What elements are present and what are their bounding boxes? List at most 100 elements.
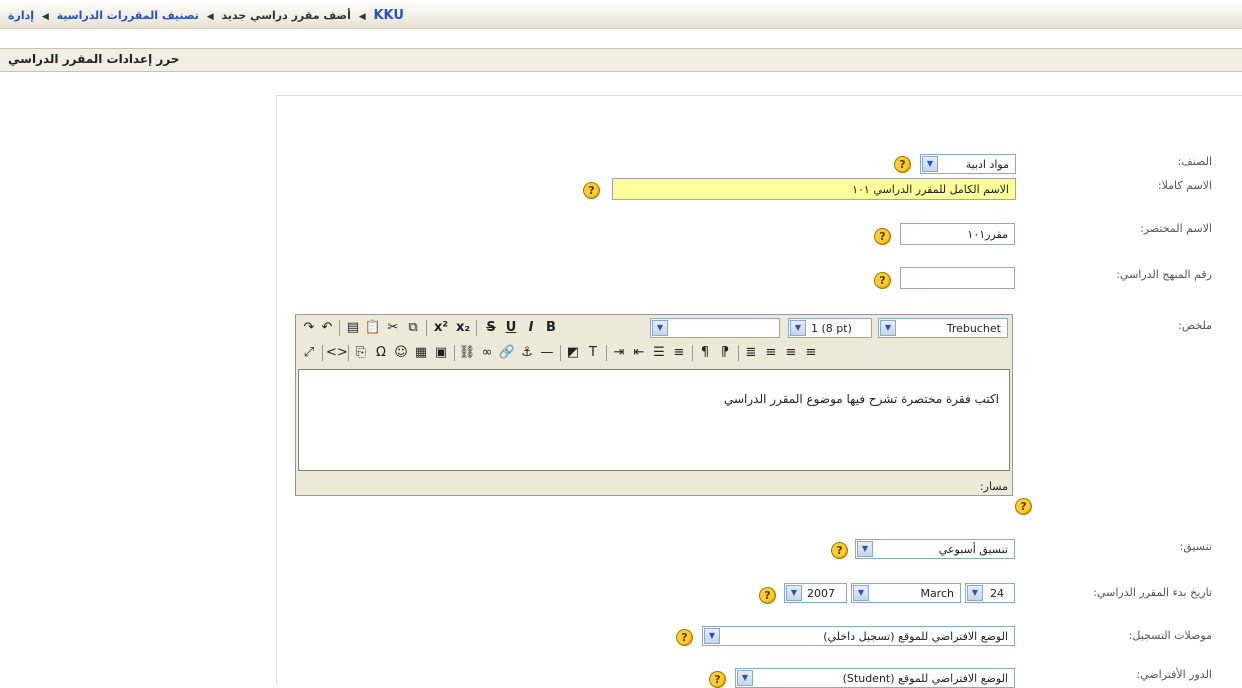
fullname-input[interactable]: الاسم الكامل للمقرر الدراسي ١٠١ — [612, 178, 1016, 200]
find-replace-icon[interactable]: ⎘ — [352, 344, 370, 362]
unordered-list-icon[interactable]: ☰ — [650, 344, 668, 362]
html-source-icon[interactable]: <> — [326, 344, 348, 362]
breadcrumb-current: أضف مقرر دراسي جديد — [221, 9, 351, 22]
chevron-down-icon[interactable]: ▼ — [880, 320, 896, 336]
idnumber-label: رقم المنهج الدراسي: — [1116, 268, 1212, 281]
chevron-down-icon[interactable]: ▼ — [922, 156, 938, 172]
format-label: تنسيق: — [1179, 540, 1212, 553]
category-select-value: مواد ادبية — [965, 158, 1009, 171]
day-select[interactable]: 24 ▼ — [965, 583, 1015, 603]
justify-full-icon[interactable]: ≣ — [742, 344, 760, 362]
chevron-down-icon[interactable]: ▼ — [652, 320, 668, 336]
smiley-icon[interactable]: ☺ — [392, 344, 410, 362]
font-select[interactable]: Trebuchet ▼ — [878, 318, 1008, 338]
category-select[interactable]: مواد ادبية ▼ — [920, 154, 1016, 174]
size-select[interactable]: 1 (8 pt) ▼ — [788, 318, 872, 338]
shortname-input[interactable]: مقرر١٠١ — [900, 223, 1015, 245]
help-icon[interactable]: ? — [894, 156, 911, 173]
breadcrumb-home-link[interactable]: KKU — [373, 8, 403, 23]
help-icon[interactable]: ? — [874, 272, 891, 289]
size-select-value: 1 (8 pt) — [811, 322, 852, 335]
underline-icon[interactable]: U — [502, 319, 520, 337]
ltr-direction-icon[interactable]: ⁋ — [716, 344, 734, 362]
horizontal-rule-icon[interactable]: — — [538, 344, 556, 362]
day-select-value: 24 — [990, 587, 1004, 600]
breadcrumb-admin-link[interactable]: إدارة — [8, 9, 34, 22]
text-color-icon[interactable]: T — [584, 344, 602, 362]
enrol-label: موصلات التسجيل: — [1128, 629, 1212, 642]
defaultrole-select-value: الوضع الافتراضي للموقع (Student) — [842, 672, 1008, 685]
defaultrole-label: الدور الأفتراضي: — [1136, 668, 1212, 681]
chevron-down-icon[interactable]: ▼ — [786, 585, 802, 601]
category-label: الصنف: — [1177, 155, 1212, 168]
undo-icon[interactable]: ↶ — [318, 319, 336, 337]
cut-icon[interactable]: ✂ — [384, 319, 402, 337]
italic-icon[interactable]: I — [522, 319, 540, 337]
breadcrumb-categories-link[interactable]: تصنيف المقررات الدراسية — [57, 9, 199, 22]
chevron-down-icon[interactable]: ▼ — [853, 585, 869, 601]
breadcrumb: أضف مقرر دراسي جديد ◀ تصنيف المقررات الد… — [8, 8, 404, 23]
section-header-bar — [0, 48, 1242, 72]
strikethrough-icon[interactable]: S — [482, 319, 500, 337]
help-icon[interactable]: ? — [759, 587, 776, 604]
editor-content-area[interactable]: اكتب فقرة مختصرة تشرح فيها موضوع المقرر … — [298, 369, 1010, 471]
help-icon[interactable]: ? — [874, 228, 891, 245]
editor-path-bar: مسار: — [296, 475, 1012, 495]
help-icon[interactable]: ? — [831, 542, 848, 559]
link-icon[interactable]: 🔗 — [498, 344, 516, 362]
enrol-select-value: الوضع الافتراضي للموقع (تسجيل داخلي) — [823, 630, 1008, 643]
ordered-list-icon[interactable]: ≡ — [670, 344, 688, 362]
bold-icon[interactable]: B — [542, 319, 560, 337]
nolink-icon[interactable]: ∞ — [478, 344, 496, 362]
redo-icon[interactable]: ↷ — [300, 319, 318, 337]
defaultrole-select[interactable]: الوضع الافتراضي للموقع (Student) ▼ — [735, 668, 1015, 688]
help-icon[interactable]: ? — [1015, 498, 1032, 515]
help-icon[interactable]: ? — [709, 671, 726, 688]
startdate-label: تاريخ بدء المقرر الدراسي: — [1093, 586, 1212, 599]
paste-icon[interactable]: 📋 — [364, 319, 382, 337]
style-select[interactable]: ▼ — [650, 318, 780, 338]
indent-icon[interactable]: ⇥ — [610, 344, 628, 362]
align-left-icon[interactable]: ≡ — [802, 344, 820, 362]
year-select-value: 2007 — [807, 587, 835, 600]
image-icon[interactable]: ▣ — [432, 344, 450, 362]
superscript-icon[interactable]: x² — [432, 319, 450, 337]
table-icon[interactable]: ▦ — [412, 344, 430, 362]
font-select-value: Trebuchet — [946, 322, 1001, 335]
shortname-input-value: مقرر١٠١ — [967, 228, 1008, 241]
help-icon[interactable]: ? — [676, 629, 693, 646]
shortname-label: الاسم المختصر: — [1140, 222, 1212, 235]
outdent-icon[interactable]: ⇤ — [630, 344, 648, 362]
copy-icon[interactable]: ⧉ — [404, 319, 422, 337]
month-select-value: March — [920, 587, 954, 600]
paste-word-icon[interactable]: ▤ — [344, 319, 362, 337]
enrol-select[interactable]: الوضع الافتراضي للموقع (تسجيل داخلي) ▼ — [702, 626, 1015, 646]
page-title: حرر إعدادات المقرر الدراسي — [8, 52, 180, 66]
align-right-icon[interactable]: ≡ — [762, 344, 780, 362]
breadcrumb-separator-icon: ◀ — [41, 12, 49, 22]
editor-toolbar-bottom: ⤢ <> ⎘ Ω ☺ ▦ ▣ ⛓ ∞ 🔗 ⚓ — ◩ T ⇥ ⇤ ☰ ≡ ¶ ⁋… — [296, 341, 1012, 365]
chevron-down-icon[interactable]: ▼ — [704, 628, 720, 644]
idnumber-input[interactable] — [900, 267, 1015, 289]
format-select[interactable]: تنسيق أسبوعي ▼ — [855, 539, 1015, 559]
special-char-icon[interactable]: Ω — [372, 344, 390, 362]
subscript-icon[interactable]: x₂ — [454, 319, 472, 337]
chevron-down-icon[interactable]: ▼ — [967, 585, 983, 601]
align-center-icon[interactable]: ≡ — [782, 344, 800, 362]
background-color-icon[interactable]: ◩ — [564, 344, 582, 362]
help-icon[interactable]: ? — [583, 182, 600, 199]
anchor-icon[interactable]: ⚓ — [518, 344, 536, 362]
rtl-direction-icon[interactable]: ¶ — [696, 344, 714, 362]
breadcrumb-separator-icon: ◀ — [206, 12, 214, 22]
month-select[interactable]: March ▼ — [851, 583, 961, 603]
fullname-input-value: الاسم الكامل للمقرر الدراسي ١٠١ — [852, 183, 1009, 196]
breadcrumb-separator-icon: ◀ — [358, 12, 366, 22]
summary-label: ملخص: — [1178, 319, 1212, 332]
unlink-icon[interactable]: ⛓ — [458, 344, 476, 362]
chevron-down-icon[interactable]: ▼ — [857, 541, 873, 557]
editor-toolbar-top: ↷ ↶ ▤ 📋 ✂ ⧉ x² x₂ S U I B ▼ 1 (8 pt) ▼ T… — [296, 316, 1012, 340]
year-select[interactable]: 2007 ▼ — [784, 583, 847, 603]
editor-path-label: مسار: — [979, 480, 1008, 493]
chevron-down-icon[interactable]: ▼ — [790, 320, 806, 336]
fullscreen-icon[interactable]: ⤢ — [300, 344, 318, 362]
